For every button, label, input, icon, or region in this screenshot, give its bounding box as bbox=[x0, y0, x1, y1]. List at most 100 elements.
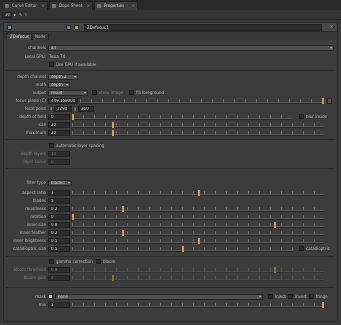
depth-of-field-slider[interactable] bbox=[72, 114, 292, 120]
tab-curve-editor[interactable]: Curve Editor × bbox=[2, 1, 48, 10]
tab-properties[interactable]: Properties × bbox=[94, 1, 138, 10]
inner-brightness-label: inner brightness bbox=[13, 238, 46, 243]
focal-point-y-field[interactable]: 360 bbox=[78, 106, 94, 112]
depth-layers-label: depth layers bbox=[20, 151, 46, 156]
aspect-ratio-slider[interactable] bbox=[72, 190, 324, 196]
max-panels-field[interactable]: 30 bbox=[2, 12, 12, 18]
close-icon[interactable]: × bbox=[328, 24, 335, 31]
focus-plane-slider[interactable] bbox=[80, 98, 324, 104]
tab-node[interactable]: Node bbox=[31, 33, 50, 40]
mask-value: none bbox=[58, 294, 68, 299]
close-icon[interactable]: × bbox=[42, 2, 45, 10]
size-field[interactable]: 20 bbox=[48, 122, 70, 128]
tab-zdefocus[interactable]: ZDefocus bbox=[6, 33, 33, 40]
slider-handle[interactable] bbox=[122, 206, 124, 212]
focus-plane-field[interactable]: 449.168000 bbox=[48, 98, 78, 104]
bloom-gain-label: bloom gain bbox=[23, 275, 46, 280]
fringe-checkbox[interactable] bbox=[309, 294, 314, 299]
slider-handle[interactable] bbox=[274, 222, 276, 228]
inner-feather-field[interactable]: 0.2 bbox=[48, 230, 70, 236]
slider-handle[interactable] bbox=[198, 238, 200, 244]
slider-handle[interactable] bbox=[72, 214, 74, 220]
blades-field[interactable]: 5 bbox=[48, 198, 70, 204]
fringe-label: fringe bbox=[316, 294, 328, 299]
bloom-gain-field[interactable]: 2 bbox=[48, 275, 70, 281]
roundness-slider[interactable] bbox=[72, 206, 324, 212]
slider-handle[interactable] bbox=[274, 267, 276, 273]
slider-handle[interactable] bbox=[198, 190, 200, 196]
fill-foreground-checkbox[interactable] bbox=[129, 90, 134, 95]
size-slider[interactable] bbox=[72, 122, 324, 128]
chevron-down-icon: ▾ bbox=[65, 82, 68, 87]
gamma-correction-checkbox[interactable] bbox=[49, 259, 54, 264]
tool-icon[interactable]: ▸ bbox=[14, 12, 16, 18]
help-swatch[interactable] bbox=[74, 25, 79, 30]
maximum-field[interactable]: 20 bbox=[48, 130, 70, 136]
dope-sheet-icon bbox=[52, 4, 56, 8]
layer-curve-field[interactable]: 0 bbox=[48, 159, 70, 165]
blur-inside-checkbox[interactable] bbox=[299, 114, 304, 119]
inner-brightness-field[interactable]: 0.5 bbox=[48, 238, 70, 244]
close-icon[interactable]: × bbox=[87, 2, 90, 10]
catadioptric-checkbox[interactable] bbox=[299, 246, 304, 251]
inner-size-slider[interactable] bbox=[72, 222, 324, 228]
focal-point-x-field[interactable]: 1290 bbox=[54, 106, 72, 112]
mix-label: mix bbox=[38, 302, 46, 307]
node-color-swatch[interactable] bbox=[7, 25, 12, 30]
auto-layer-spacing-checkbox[interactable] bbox=[49, 143, 54, 148]
depth-of-field-field[interactable]: 0 bbox=[48, 114, 70, 120]
rotation-slider[interactable] bbox=[72, 214, 324, 220]
inject-checkbox[interactable] bbox=[268, 294, 273, 299]
inner-size-field[interactable]: 0.8 bbox=[48, 222, 70, 228]
tab-label: Properties bbox=[104, 3, 125, 8]
filter-type-dropdown[interactable]: bladed ▾ bbox=[48, 180, 72, 186]
tab-dope-sheet[interactable]: Dope Sheet × bbox=[49, 1, 93, 10]
mix-slider[interactable] bbox=[72, 302, 324, 308]
math-dropdown[interactable]: depth ▾ bbox=[48, 82, 70, 88]
catadioptric-size-field[interactable]: 0.5 bbox=[48, 246, 70, 252]
inner-brightness-slider[interactable] bbox=[72, 238, 324, 244]
slider-handle[interactable] bbox=[182, 246, 184, 252]
bloom-gain-slider[interactable] bbox=[72, 275, 324, 281]
slider-handle[interactable] bbox=[122, 230, 124, 236]
inner-feather-slider[interactable] bbox=[72, 230, 324, 236]
bloom-threshold-slider[interactable] bbox=[72, 267, 324, 273]
slider-handle[interactable] bbox=[322, 302, 324, 308]
rotation-field[interactable]: 0 bbox=[48, 214, 70, 220]
curve-editor-icon bbox=[5, 4, 9, 8]
mask-enable-checkbox[interactable] bbox=[48, 294, 53, 299]
eraser-icon[interactable]: ✎ bbox=[19, 12, 22, 18]
slider-handle[interactable] bbox=[112, 130, 114, 136]
mask-channel-dropdown[interactable]: none ▾ bbox=[55, 294, 263, 300]
chevron-down-icon: ▾ bbox=[258, 294, 261, 299]
mix-field[interactable]: 1 bbox=[48, 302, 70, 308]
use-gpu-checkbox[interactable] bbox=[49, 62, 54, 67]
depth-channel-dropdown[interactable]: depth.Z ▾ bbox=[48, 74, 78, 80]
slider-handle[interactable] bbox=[112, 122, 114, 128]
depth-of-field-label: depth of field bbox=[19, 114, 46, 119]
depth-layers-field[interactable]: 10 bbox=[48, 151, 70, 157]
divider bbox=[6, 70, 335, 71]
node-name-field[interactable]: ZDefocus1 bbox=[84, 24, 322, 31]
filter-type-label: filter type bbox=[26, 180, 46, 185]
bloom-threshold-field[interactable]: 0.8 bbox=[48, 267, 70, 273]
focal-y-prefix: y bbox=[74, 106, 77, 111]
bloom-checkbox[interactable] bbox=[96, 259, 101, 264]
slider-handle[interactable] bbox=[72, 114, 74, 120]
math-value: depth bbox=[51, 82, 63, 87]
output-dropdown[interactable]: result ▾ bbox=[48, 90, 88, 96]
show-image-checkbox[interactable] bbox=[92, 90, 97, 95]
close-icon[interactable]: × bbox=[132, 2, 135, 10]
animation-button[interactable] bbox=[327, 98, 332, 104]
invert-checkbox[interactable] bbox=[288, 294, 293, 299]
catadioptric-size-slider[interactable] bbox=[72, 246, 294, 252]
slider-handle[interactable] bbox=[322, 98, 324, 104]
viewer-swatch[interactable] bbox=[66, 25, 71, 30]
channels-dropdown[interactable]: all ▾ bbox=[48, 45, 334, 51]
maximum-slider[interactable] bbox=[72, 130, 324, 136]
tab-label: Dope Sheet bbox=[59, 3, 83, 8]
roundness-field[interactable]: 0.2 bbox=[48, 206, 70, 212]
slider-handle[interactable] bbox=[112, 275, 114, 281]
pin-icon[interactable]: ⌇ bbox=[25, 12, 27, 18]
aspect-ratio-field[interactable]: 1 bbox=[48, 190, 70, 196]
